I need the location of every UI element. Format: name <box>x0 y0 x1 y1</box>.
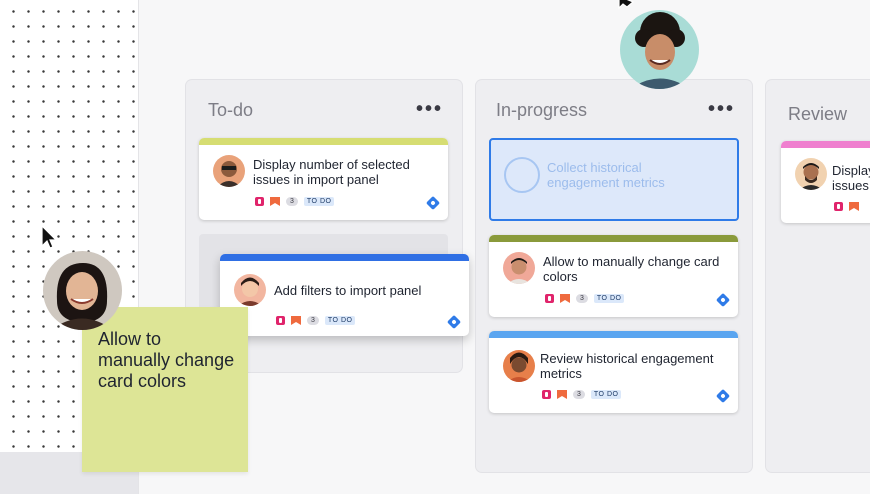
card-color-bar <box>489 331 738 338</box>
card-meta: 3 TO DO <box>276 316 356 325</box>
column-title: To-do <box>208 100 254 120</box>
story-icon <box>542 390 551 399</box>
story-icon <box>255 197 264 206</box>
card-placeholder-collect: Collect historical engagement metrics <box>489 138 739 221</box>
column-title: Review <box>788 104 848 124</box>
points-badge: 3 <box>573 390 585 399</box>
card-title: Allow to manually change card colors <box>543 254 720 284</box>
jira-diamond-icon <box>715 292 731 308</box>
card-display-number[interactable]: Display number of selected issues in imp… <box>199 138 448 220</box>
priority-flag-icon <box>270 197 280 206</box>
cursor-pointer-icon <box>41 224 58 249</box>
column-review: Review <box>766 80 870 472</box>
status-badge: TO DO <box>593 294 625 303</box>
column-menu-button[interactable]: ••• <box>708 99 735 119</box>
card-title: Display issues <box>832 163 870 193</box>
points-badge: 3 <box>307 316 319 325</box>
card-color-bar <box>489 235 738 242</box>
card-review-historical[interactable]: Review historical engagement metrics 3 T… <box>489 331 738 413</box>
status-badge: TO DO <box>324 316 356 325</box>
priority-flag-icon <box>557 390 567 399</box>
avatar <box>213 155 245 187</box>
story-icon <box>276 316 285 325</box>
story-icon <box>545 294 554 303</box>
status-badge: TO DO <box>590 390 622 399</box>
collaborator-avatar-left <box>43 251 122 330</box>
avatar <box>795 158 827 190</box>
priority-flag-icon <box>291 316 301 325</box>
card-meta: 3 TO DO <box>255 197 335 206</box>
cursor-pointer-icon <box>618 0 635 10</box>
avatar <box>503 350 535 382</box>
priority-flag-icon <box>849 202 859 211</box>
sticky-note-text: Allow to manually change card colors <box>98 329 235 391</box>
avatar <box>234 274 266 306</box>
card-color-bar <box>220 254 469 261</box>
card-meta: 3 TO DO <box>542 390 622 399</box>
card-title: Collect historical engagement metrics <box>547 160 665 190</box>
card-review-display[interactable]: Display issues <box>781 141 870 223</box>
card-title: Display number of selected issues in imp… <box>253 157 410 187</box>
status-badge: TO DO <box>303 197 335 206</box>
card-title: Add filters to import panel <box>274 283 422 298</box>
priority-flag-icon <box>560 294 570 303</box>
column-title: In-progress <box>496 100 588 120</box>
collaborator-avatar-top <box>620 10 699 89</box>
card-allow-change-colors[interactable]: Allow to manually change card colors 3 T… <box>489 235 738 317</box>
card-title: Review historical engagement metrics <box>540 351 714 381</box>
card-add-filters-dragging[interactable]: Add filters to import panel 3 TO DO <box>220 254 469 336</box>
card-color-bar <box>199 138 448 145</box>
card-meta <box>834 202 859 211</box>
points-badge: 3 <box>286 197 298 206</box>
points-badge: 3 <box>576 294 588 303</box>
avatar <box>503 252 535 284</box>
jira-diamond-icon <box>425 195 441 211</box>
card-meta: 3 TO DO <box>545 294 625 303</box>
sticky-note[interactable]: Allow to manually change card colors <box>82 307 248 472</box>
jira-diamond-icon <box>446 314 462 330</box>
placeholder-avatar-ring <box>504 157 540 193</box>
jira-diamond-icon <box>715 388 731 404</box>
card-color-bar <box>781 141 870 148</box>
story-icon <box>834 202 843 211</box>
column-menu-button[interactable]: ••• <box>416 99 443 119</box>
